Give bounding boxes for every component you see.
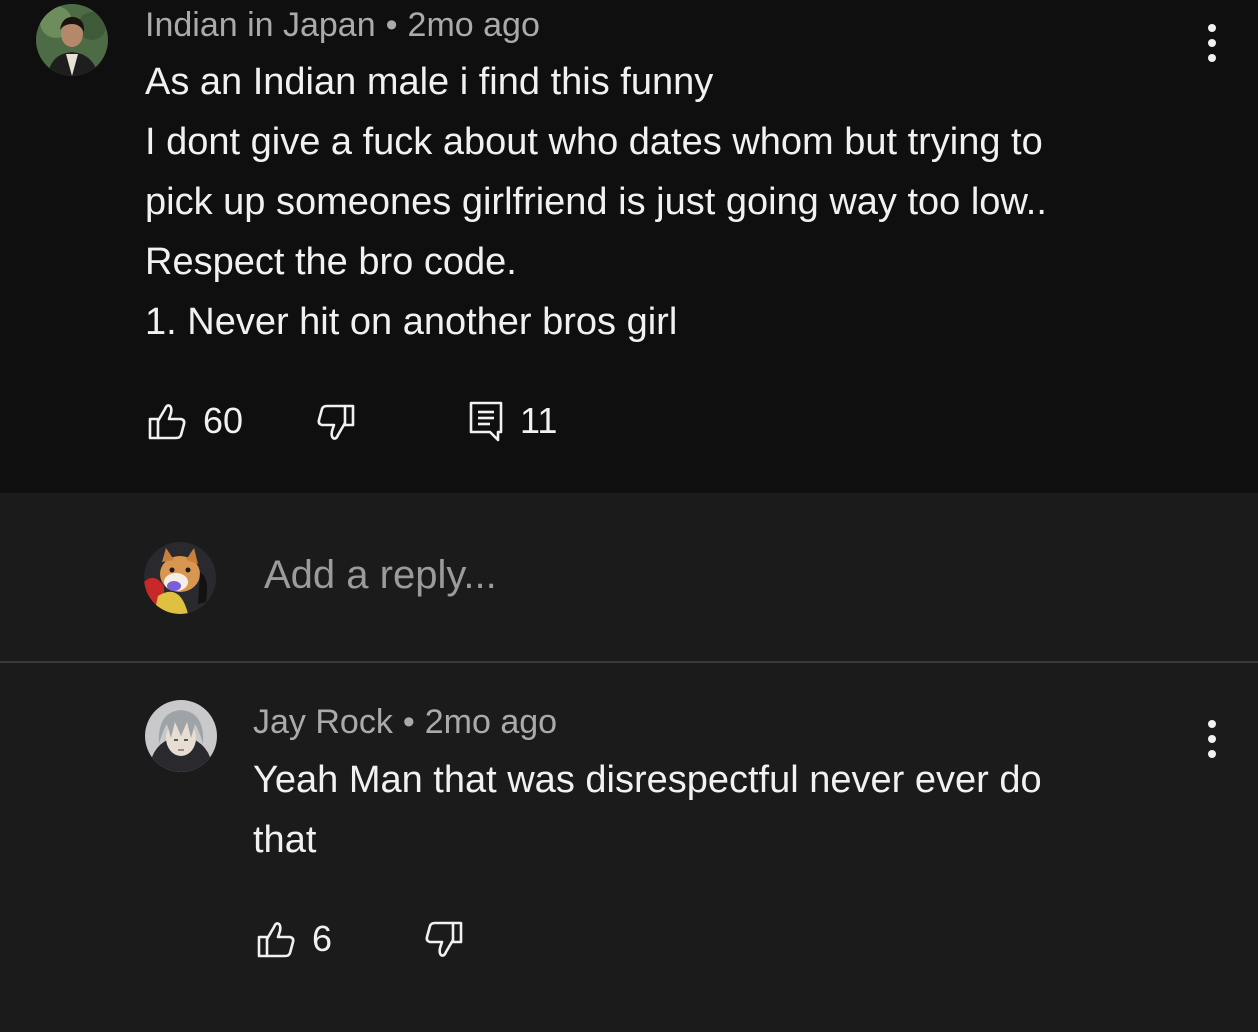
comment-line: 1. Never hit on another bros girl xyxy=(145,301,678,343)
reply-more-button[interactable] xyxy=(1207,720,1217,765)
comment-replies-button[interactable]: 11 xyxy=(468,400,557,442)
reply-dislike-button[interactable] xyxy=(424,920,464,960)
meta-separator: • xyxy=(385,6,398,44)
comment-more-button[interactable] xyxy=(1207,24,1217,69)
commenter-avatar[interactable] xyxy=(36,4,108,76)
reply-divider xyxy=(0,661,1258,663)
comment-text: As an Indian male i find this funny I do… xyxy=(145,52,1047,352)
comment-line: I dont give a fuck about who dates whom … xyxy=(145,121,1043,163)
reply-line: Yeah Man that was disrespectful never ev… xyxy=(253,759,1042,801)
comment-time: 2mo ago xyxy=(407,6,540,44)
thumbs-up-icon xyxy=(148,404,186,440)
comment-author[interactable]: Indian in Japan xyxy=(145,6,376,44)
more-vertical-icon xyxy=(1208,720,1216,728)
comment-icon xyxy=(469,401,503,442)
thumbs-up-icon xyxy=(257,922,295,958)
reply-time: 2mo ago xyxy=(424,703,558,741)
comment-like-count: 60 xyxy=(203,400,244,441)
meta-separator: • xyxy=(402,703,415,741)
add-reply-input[interactable]: Add a reply... xyxy=(264,553,497,598)
comment-thread: Indian in Japan • 2mo ago As an Indian mal… xyxy=(0,0,1258,493)
thumbs-down-icon xyxy=(317,404,355,440)
reply-meta: Jay Rock • 2mo ago xyxy=(253,705,557,739)
reply-text: Yeah Man that was disrespectful never ev… xyxy=(253,750,1042,870)
current-user-avatar xyxy=(144,542,216,614)
reply-author[interactable]: Jay Rock xyxy=(253,703,393,741)
comment-dislike-button[interactable] xyxy=(316,403,356,443)
comment-meta: Indian in Japan • 2mo ago xyxy=(145,8,540,42)
thumbs-down-icon xyxy=(425,921,463,957)
more-vertical-icon xyxy=(1208,24,1216,32)
comment-line: As an Indian male i find this funny xyxy=(145,61,714,103)
comment-line: Respect the bro code. xyxy=(145,241,517,283)
reply-line: that xyxy=(253,819,317,861)
comment-reply-count: 11 xyxy=(520,400,558,441)
comment-line: pick up someones girlfriend is just goin… xyxy=(145,181,1047,223)
reply-author-avatar[interactable] xyxy=(145,700,217,772)
reply-like-count: 6 xyxy=(312,918,333,959)
comment-like-button[interactable]: 60 xyxy=(147,400,243,442)
reply-like-button[interactable]: 6 xyxy=(256,918,332,960)
